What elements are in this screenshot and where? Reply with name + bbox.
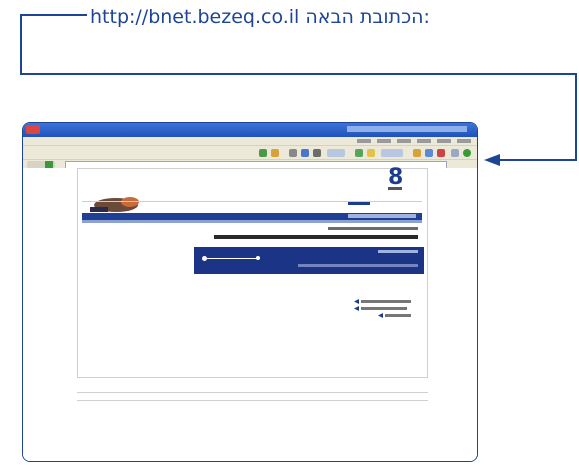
stop-icon[interactable]: [437, 149, 445, 157]
discuss-icon[interactable]: [289, 149, 297, 157]
page-subtitle-bar: [82, 220, 422, 223]
arrow-icon: [354, 299, 359, 304]
menu-item[interactable]: [457, 139, 471, 143]
progress-title: [378, 250, 418, 253]
progress-caption: [298, 264, 418, 267]
menu-item[interactable]: [397, 139, 411, 143]
favorites-icon[interactable]: [367, 149, 375, 157]
window-controls-icon[interactable]: [26, 125, 40, 134]
instruction-url: http://bnet.bezeq.co.il: [90, 6, 300, 28]
home-icon[interactable]: [413, 149, 421, 157]
link-text: [361, 300, 411, 303]
messenger-icon[interactable]: [259, 149, 267, 157]
history-icon[interactable]: [355, 149, 363, 157]
go-button[interactable]: [27, 161, 55, 168]
edit-icon[interactable]: [301, 149, 309, 157]
print-icon[interactable]: [313, 149, 321, 157]
menu-item[interactable]: [437, 139, 451, 143]
arrow-icon: [354, 306, 359, 311]
folder-icon[interactable]: [271, 149, 279, 157]
link-item[interactable]: [354, 299, 414, 304]
intro-text: [328, 227, 418, 230]
browser-window: 8: [22, 122, 478, 462]
mail-icon[interactable]: [327, 149, 345, 157]
link-text: [385, 314, 411, 317]
forward-icon[interactable]: [451, 149, 459, 157]
progress-panel: [194, 247, 424, 274]
bezeq-logo: 8: [384, 165, 414, 193]
header-link[interactable]: [348, 202, 370, 205]
link-item[interactable]: [354, 306, 414, 311]
menu-bar: [23, 137, 477, 145]
bezeq-logo-word: [388, 187, 402, 190]
search-icon[interactable]: [381, 149, 403, 157]
progress-track: [204, 258, 259, 259]
arrow-icon: [378, 313, 383, 318]
go-arrow-icon: [45, 161, 53, 168]
progress-handle[interactable]: [256, 256, 260, 260]
menu-item[interactable]: [377, 139, 391, 143]
callout-line: [575, 73, 577, 161]
refresh-icon[interactable]: [425, 149, 433, 157]
back-icon[interactable]: [463, 149, 471, 157]
menu-item[interactable]: [357, 139, 371, 143]
instruction-text: http://bnet.bezeq.co.il הכתובת הבאה:: [90, 4, 555, 30]
arrow-left-icon: [484, 154, 500, 166]
callout-line: [20, 14, 87, 16]
browser-toolbar: [23, 145, 477, 160]
browser-viewport: 8: [23, 165, 477, 461]
callout-line: [500, 159, 577, 161]
instruction-label: הכתובת הבאה:: [305, 6, 430, 28]
header-image: [90, 197, 139, 212]
menu-item[interactable]: [417, 139, 431, 143]
page-title: [348, 214, 416, 218]
instruction-heading: [214, 235, 418, 239]
page-title-bar: [82, 213, 422, 220]
callout-line: [20, 14, 22, 74]
web-page: 8: [77, 165, 428, 378]
page-footer-divider: [77, 400, 428, 401]
progress-start-dot: [202, 256, 207, 261]
window-titlebar: [23, 123, 477, 137]
window-title: [347, 126, 467, 132]
link-item[interactable]: [378, 313, 414, 318]
link-text: [361, 307, 407, 310]
callout-line: [20, 73, 577, 75]
header-divider: [82, 201, 422, 202]
page-footer-divider: [77, 392, 428, 393]
